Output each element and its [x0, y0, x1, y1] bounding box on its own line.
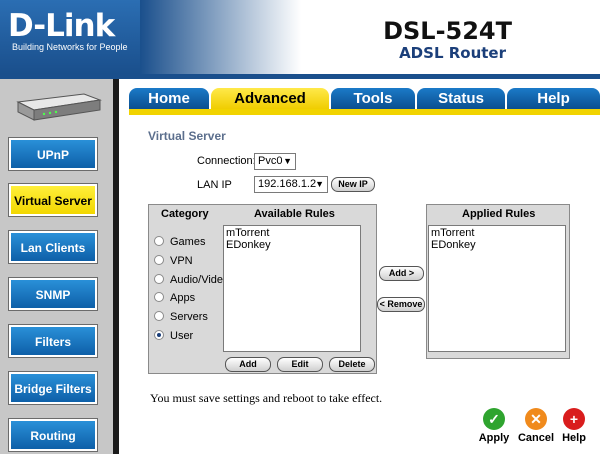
page-title: Virtual Server	[148, 129, 226, 143]
delete-rule-button[interactable]: Delete	[329, 357, 375, 372]
move-remove-button[interactable]: < Remove	[377, 297, 425, 312]
dlink-logo: D-Link	[8, 8, 115, 44]
sidebar-item-routing[interactable]: Routing	[8, 418, 98, 452]
top-tabs: Home Advanced Tools Status Help	[129, 88, 600, 109]
list-item[interactable]: EDonkey	[431, 239, 563, 251]
category-label: Games	[170, 236, 206, 248]
radio-icon	[154, 311, 164, 322]
available-rules-list[interactable]: mTorrent EDonkey	[223, 225, 361, 352]
router-image	[16, 93, 102, 121]
category-label: Apps	[170, 292, 196, 304]
sidebar-item-snmp[interactable]: SNMP	[8, 277, 98, 311]
category-label: VPN	[170, 255, 193, 267]
chevron-down-icon: ▼	[315, 179, 324, 189]
sidebar-item-filters[interactable]: Filters	[8, 324, 98, 358]
applied-rules-header: Applied Rules	[462, 208, 536, 220]
tab-help[interactable]: Help	[507, 88, 600, 109]
category-label: User	[170, 330, 194, 342]
apply-label: Apply	[478, 432, 510, 444]
help-icon: +	[563, 408, 585, 430]
sidebar-item-lan-clients[interactable]: Lan Clients	[8, 230, 98, 264]
list-item[interactable]: mTorrent	[226, 227, 358, 239]
radio-icon	[154, 255, 164, 266]
category-servers[interactable]: Servers	[154, 311, 208, 323]
tab-status[interactable]: Status	[417, 88, 505, 109]
connection-value: Pvc0	[258, 155, 283, 167]
radio-checked-icon	[154, 330, 164, 341]
check-icon: ✓	[483, 408, 505, 430]
list-item[interactable]: EDonkey	[226, 239, 358, 251]
radio-icon	[154, 274, 164, 285]
logo-tagline: Building Networks for People	[12, 42, 128, 52]
chevron-down-icon: ▼	[283, 156, 292, 166]
list-item[interactable]: mTorrent	[431, 227, 563, 239]
header: D-Link Building Networks for People DSL-…	[0, 0, 600, 74]
tab-advanced[interactable]: Advanced	[211, 88, 329, 109]
available-rules-header: Available Rules	[254, 208, 335, 220]
save-notice: You must save settings and reboot to tak…	[150, 391, 383, 405]
radio-icon	[154, 292, 164, 303]
logo-block: D-Link Building Networks for People	[0, 0, 140, 74]
tab-tools[interactable]: Tools	[331, 88, 415, 109]
header-band	[140, 0, 600, 74]
cancel-label: Cancel	[517, 432, 555, 444]
sidebar-item-upnp[interactable]: UPnP	[8, 137, 98, 171]
sidebar-item-bridge-filters[interactable]: Bridge Filters	[8, 371, 98, 405]
lan-ip-label: LAN IP	[197, 179, 232, 191]
category-audio-video[interactable]: Audio/Video	[154, 274, 229, 286]
cancel-icon: ✕	[525, 408, 547, 430]
tab-home[interactable]: Home	[129, 88, 209, 109]
category-header: Category	[161, 208, 209, 220]
model-name: DSL-524T	[383, 17, 512, 45]
category-apps[interactable]: Apps	[154, 292, 195, 304]
category-games[interactable]: Games	[154, 236, 205, 248]
cancel-button[interactable]: ✕ Cancel	[515, 408, 557, 444]
apply-button[interactable]: ✓ Apply	[476, 408, 512, 444]
applied-rules-list[interactable]: mTorrent EDonkey	[428, 225, 566, 352]
move-add-button[interactable]: Add >	[379, 266, 424, 281]
edit-rule-button[interactable]: Edit	[277, 357, 323, 372]
lan-ip-value: 192.168.1.2	[258, 178, 317, 190]
sidebar-edge	[113, 79, 119, 454]
help-button[interactable]: + Help	[558, 408, 590, 444]
new-ip-button[interactable]: New IP	[331, 177, 375, 192]
radio-icon	[154, 236, 164, 247]
lan-ip-select[interactable]: 192.168.1.2 ▼	[254, 176, 328, 193]
help-label: Help	[562, 432, 586, 444]
connection-label: Connection:	[197, 155, 256, 167]
category-vpn[interactable]: VPN	[154, 255, 193, 267]
connection-select[interactable]: Pvc0 ▼	[254, 153, 296, 170]
sidebar-item-virtual-server[interactable]: Virtual Server	[8, 183, 98, 217]
category-label: Servers	[170, 311, 208, 323]
category-label: Audio/Video	[170, 274, 230, 286]
product-name: ADSL Router	[399, 44, 506, 62]
add-rule-button[interactable]: Add	[225, 357, 271, 372]
category-user[interactable]: User	[154, 330, 193, 342]
